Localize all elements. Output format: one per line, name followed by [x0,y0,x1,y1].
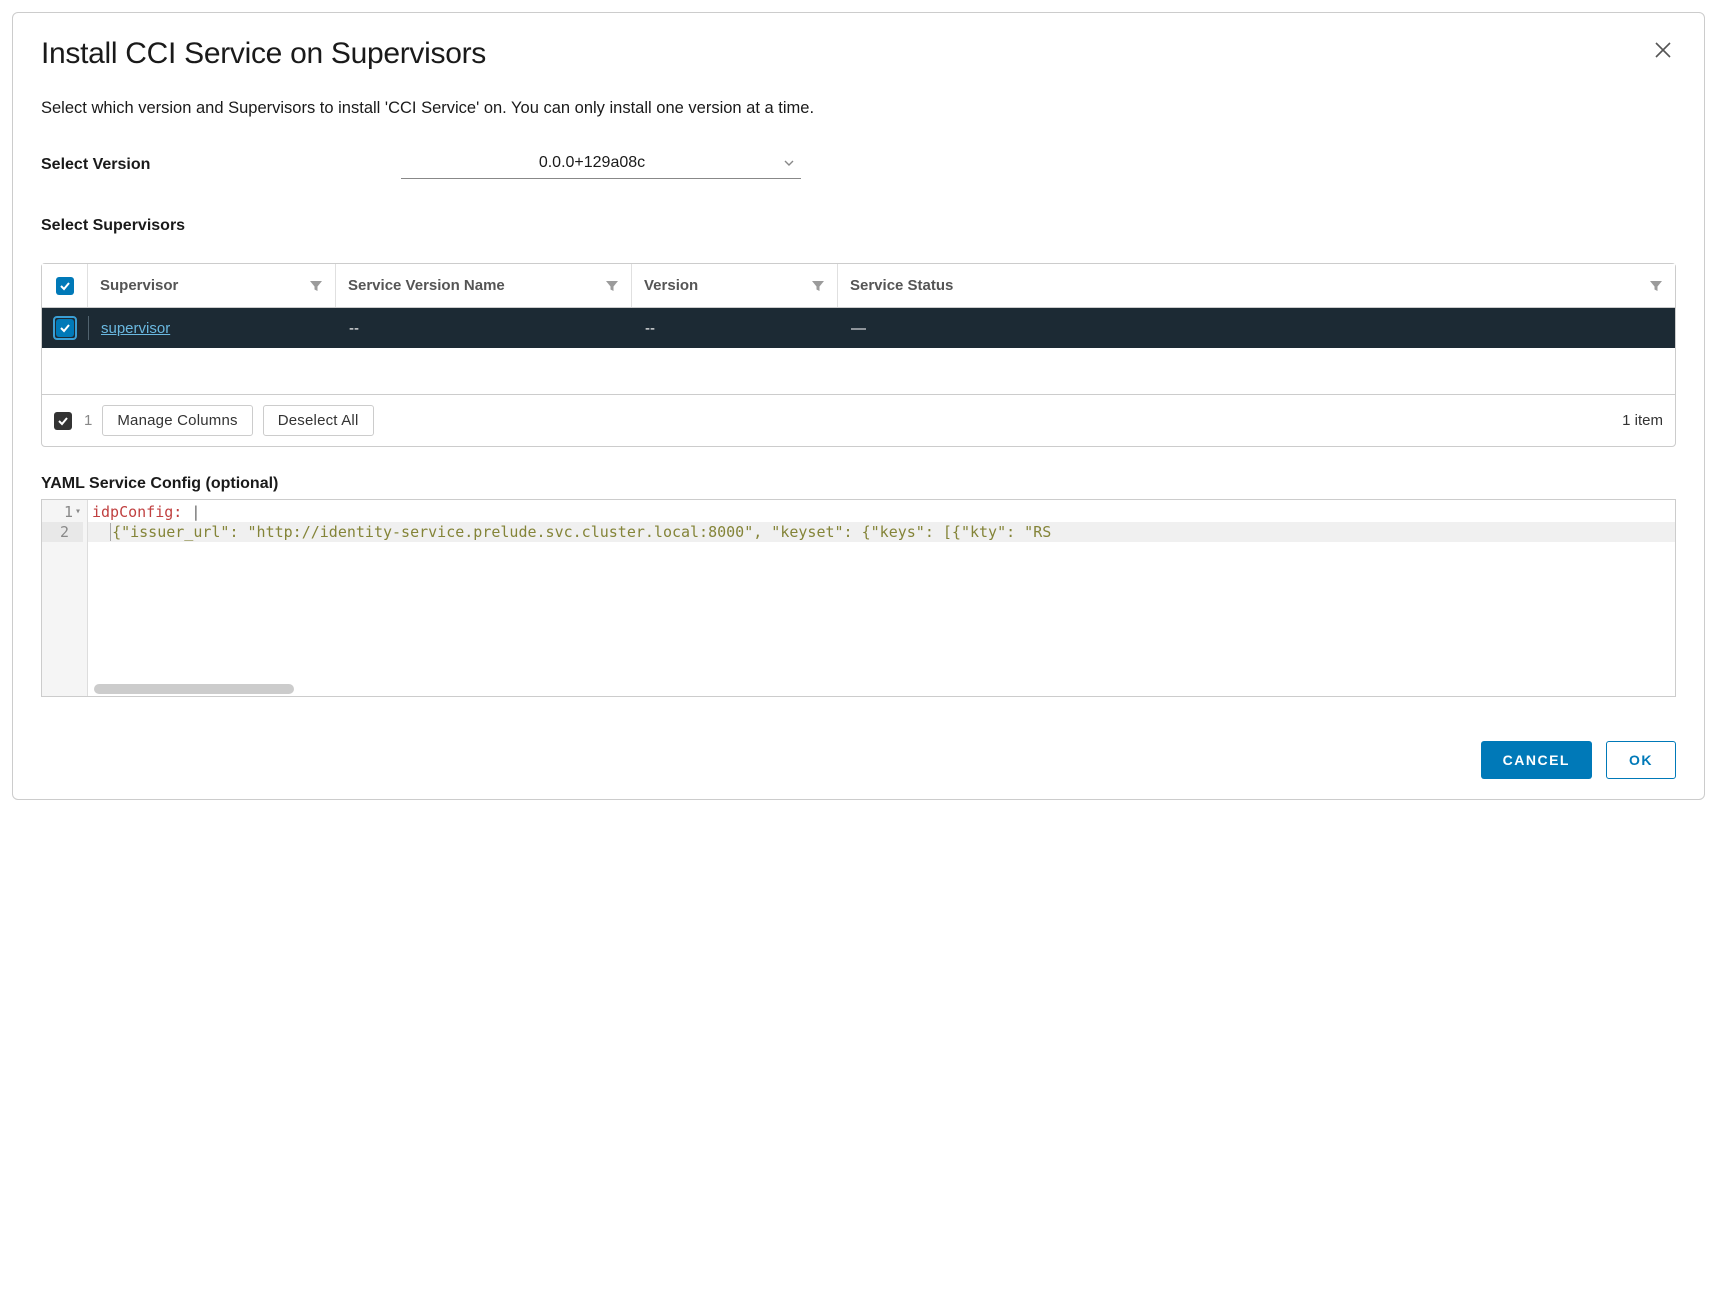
cell-supervisor: supervisor [89,308,337,348]
gutter-line-1: 1▾ [42,502,83,522]
col-supervisor-label: Supervisor [100,277,178,294]
filter-icon[interactable] [605,279,619,293]
dialog-description: Select which version and Supervisors to … [41,99,1676,118]
col-svname-label: Service Version Name [348,277,505,294]
version-label: Select Version [41,156,401,174]
close-icon [1654,39,1672,64]
filter-icon[interactable] [1649,279,1663,293]
cell-service-status: — [839,308,1675,348]
table-head: Supervisor Service Version Name Version … [42,264,1675,308]
dialog-title: Install CCI Service on Supervisors [41,37,486,71]
fold-arrow-icon[interactable]: ▾ [75,502,81,522]
row-checkbox[interactable] [56,319,74,337]
deselect-all-button[interactable]: Deselect All [263,405,374,436]
manage-columns-button[interactable]: Manage Columns [102,405,252,436]
select-all-cell [42,264,88,307]
items-count: 1 item [1622,412,1663,429]
row-checkbox-outline [53,316,77,340]
row-checkbox-cell [42,308,88,348]
ok-button[interactable]: OK [1606,741,1676,779]
col-version-label: Version [644,277,698,294]
cancel-button[interactable]: CANCEL [1481,741,1592,779]
cell-version: -- [633,308,839,348]
table-row[interactable]: supervisor -- -- — [42,308,1675,348]
footer-selection-checkbox[interactable] [54,412,72,430]
version-select[interactable]: 0.0.0+129a08c [401,150,801,179]
yaml-editor[interactable]: 1▾ 2 idpConfig: | {"issuer_url": "http:/… [41,499,1676,697]
editor-body[interactable]: idpConfig: | {"issuer_url": "http://iden… [88,500,1675,696]
dialog-actions: CANCEL OK [41,741,1676,779]
close-button[interactable] [1650,37,1676,67]
col-version[interactable]: Version [632,264,838,307]
code-line-1: idpConfig: | [88,502,1675,522]
col-service-version-name[interactable]: Service Version Name [336,264,632,307]
code-line-2: {"issuer_url": "http://identity-service.… [88,522,1675,542]
col-service-status[interactable]: Service Status [838,264,1675,307]
supervisors-label: Select Supervisors [41,217,1676,235]
filter-icon[interactable] [811,279,825,293]
table-body: supervisor -- -- — [42,308,1675,394]
supervisor-link[interactable]: supervisor [101,320,170,337]
filter-icon[interactable] [309,279,323,293]
cell-service-version-name: -- [337,308,633,348]
editor-gutter: 1▾ 2 [42,500,88,696]
version-value: 0.0.0+129a08c [401,154,783,172]
col-supervisor[interactable]: Supervisor [88,264,336,307]
yaml-label: YAML Service Config (optional) [41,475,1676,493]
col-status-label: Service Status [850,277,953,294]
select-all-checkbox[interactable] [56,277,74,295]
horizontal-scrollbar[interactable] [94,684,294,694]
chevron-down-icon [783,157,795,169]
table-footer: 1 Manage Columns Deselect All 1 item [42,394,1675,446]
install-dialog: Install CCI Service on Supervisors Selec… [12,12,1705,800]
supervisors-table: Supervisor Service Version Name Version … [41,263,1676,447]
gutter-line-2: 2 [42,522,83,542]
dialog-header: Install CCI Service on Supervisors [41,37,1676,71]
selected-count: 1 [84,412,92,429]
version-row: Select Version 0.0.0+129a08c [41,150,1676,179]
